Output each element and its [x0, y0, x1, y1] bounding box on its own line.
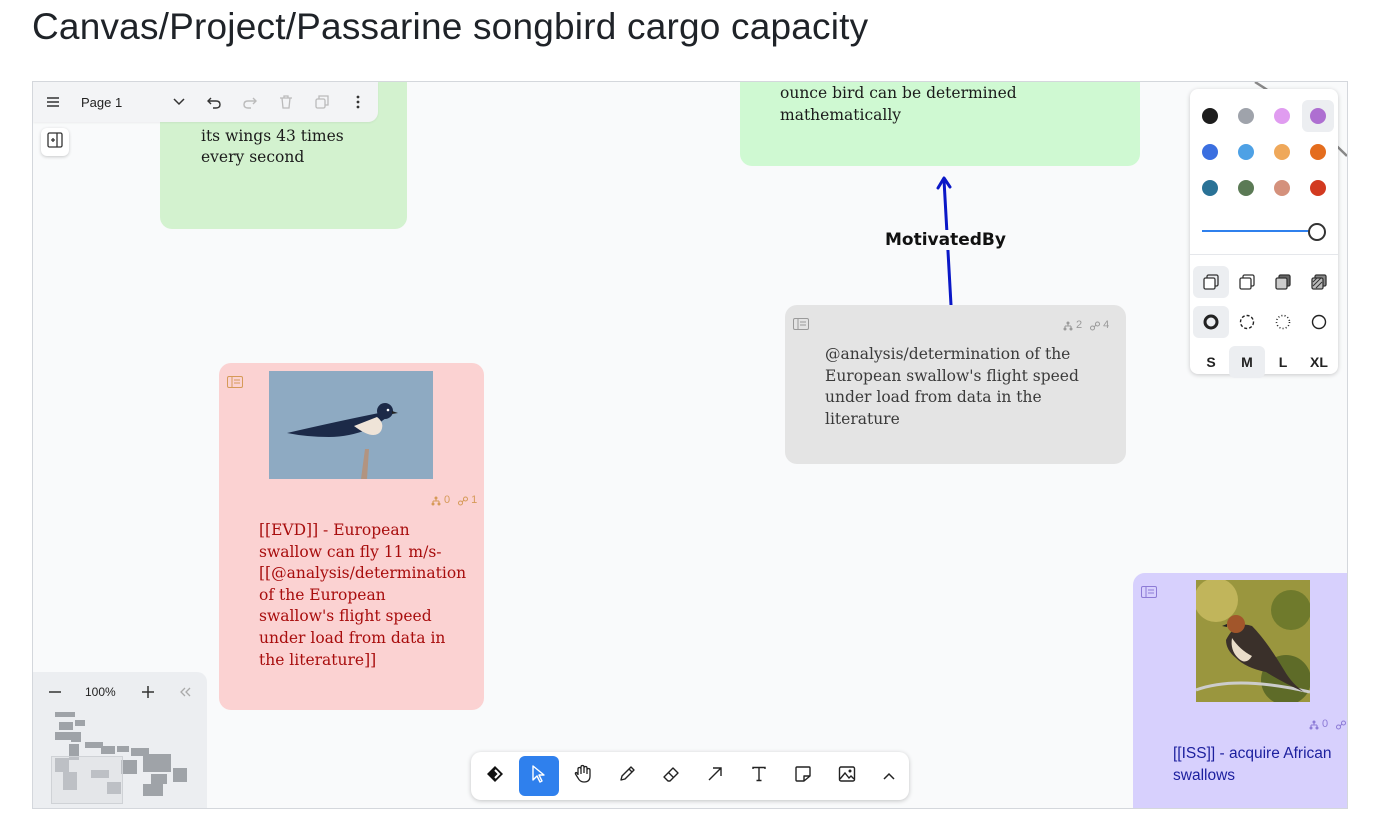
fill-none-button[interactable] [1193, 266, 1229, 298]
text-icon [751, 766, 767, 787]
note-text: @analysis/determination of the European … [825, 345, 1079, 428]
stroke-dotted-button[interactable] [1265, 306, 1301, 338]
hand-tool-button[interactable] [563, 756, 603, 796]
chevron-up-icon [883, 767, 895, 785]
link-icon [458, 496, 469, 506]
children-count: 2 [1076, 319, 1083, 331]
fill-pattern-button[interactable] [1301, 266, 1337, 298]
color-swatch[interactable] [1274, 144, 1290, 160]
zoom-out-icon[interactable] [43, 680, 67, 704]
chevron-down-icon[interactable] [167, 90, 191, 114]
eraser-tool-button[interactable] [651, 756, 691, 796]
color-swatch[interactable] [1274, 180, 1290, 196]
arrow-icon [707, 766, 723, 787]
minimap-panel: 100% [33, 672, 207, 808]
note-pink[interactable]: 0 1 [[EVD]] - European swallow can fly 1… [219, 363, 484, 710]
stroke-solid-button[interactable] [1301, 306, 1337, 338]
hierarchy-icon [1063, 321, 1073, 331]
size-m-button[interactable]: M [1229, 346, 1265, 378]
links-count: 1 [471, 494, 478, 506]
swallow-image [269, 371, 433, 479]
zoom-in-icon[interactable] [136, 680, 160, 704]
children-count: 0 [1322, 718, 1329, 730]
color-swatch[interactable] [1202, 144, 1218, 160]
stroke-dashed-button[interactable] [1229, 306, 1265, 338]
edge-label[interactable]: MotivatedBy [883, 230, 1008, 250]
page-selector[interactable]: Page 1 [81, 95, 122, 110]
note-text: [[ISS]] - acquire African swallows [1173, 745, 1332, 784]
link-icon [1090, 321, 1101, 331]
more-tools-button[interactable] [869, 756, 909, 796]
card-icon [793, 315, 809, 330]
bottom-toolbar [471, 752, 909, 800]
text-tool-button[interactable] [739, 756, 779, 796]
sidebar-toggle-icon [47, 131, 63, 153]
color-swatch[interactable] [1310, 108, 1326, 124]
color-swatch[interactable] [1238, 108, 1254, 124]
color-swatch[interactable] [1310, 144, 1326, 160]
size-l-button[interactable]: L [1265, 346, 1301, 378]
color-swatch[interactable] [1310, 180, 1326, 196]
note-green-top[interactable]: ounce bird can be determined mathematica… [740, 82, 1140, 166]
color-swatch[interactable] [1202, 180, 1218, 196]
image-icon [838, 765, 856, 788]
link-icon [1336, 720, 1347, 730]
size-s-button[interactable]: S [1193, 346, 1229, 378]
swallow-image [1196, 580, 1310, 702]
redo-icon[interactable] [238, 90, 262, 114]
color-swatch[interactable] [1202, 108, 1218, 124]
trash-icon[interactable] [274, 90, 298, 114]
expand-sidebar-button[interactable] [41, 128, 69, 156]
note-purple[interactable]: 0 [[ISS]] - acquire African swallows [1133, 573, 1347, 808]
note-text: ounce bird can be determined mathematica… [780, 84, 1017, 124]
menu-icon[interactable] [41, 90, 65, 114]
links-count: 4 [1103, 319, 1110, 331]
logo-button[interactable] [475, 756, 515, 796]
undo-icon[interactable] [202, 90, 226, 114]
note-grey[interactable]: 2 4 @analysis/determination of the Europ… [785, 305, 1126, 464]
color-swatch[interactable] [1274, 108, 1290, 124]
minimap[interactable] [51, 710, 191, 804]
fill-solid-button[interactable] [1265, 266, 1301, 298]
children-count: 0 [444, 494, 451, 506]
collapse-minimap-icon[interactable] [173, 680, 197, 704]
hierarchy-icon [1309, 720, 1319, 730]
whiteboard-canvas[interactable]: swallow needs to beat its wings 43 times… [32, 81, 1348, 809]
opacity-slider[interactable] [1202, 222, 1326, 242]
pencil-icon [618, 765, 636, 788]
arrow-tool-button[interactable] [695, 756, 735, 796]
style-panel: S M L XL [1190, 89, 1338, 378]
note-tool-button[interactable] [783, 756, 823, 796]
logo-icon [486, 765, 504, 788]
draw-tool-button[interactable] [607, 756, 647, 796]
hierarchy-icon [431, 496, 441, 506]
select-tool-button[interactable] [519, 756, 559, 796]
fill-semi-button[interactable] [1229, 266, 1265, 298]
note-icon [794, 765, 812, 788]
duplicate-icon[interactable] [310, 90, 334, 114]
note-text: [[EVD]] - European swallow can fly 11 m/… [259, 521, 467, 669]
color-swatch[interactable] [1238, 180, 1254, 196]
image-tool-button[interactable] [827, 756, 867, 796]
size-xl-button[interactable]: XL [1301, 346, 1337, 378]
more-vertical-icon[interactable] [346, 90, 370, 114]
stroke-draw-button[interactable] [1193, 306, 1229, 338]
select-icon [531, 764, 547, 788]
card-icon [1141, 583, 1157, 598]
eraser-icon [662, 765, 680, 788]
hand-icon [573, 764, 593, 789]
color-swatch[interactable] [1238, 144, 1254, 160]
card-icon [227, 373, 243, 388]
top-toolbar: Page 1 [33, 82, 378, 122]
zoom-level[interactable]: 100% [85, 685, 116, 699]
page-title: Canvas/Project/Passarine songbird cargo … [32, 6, 869, 47]
